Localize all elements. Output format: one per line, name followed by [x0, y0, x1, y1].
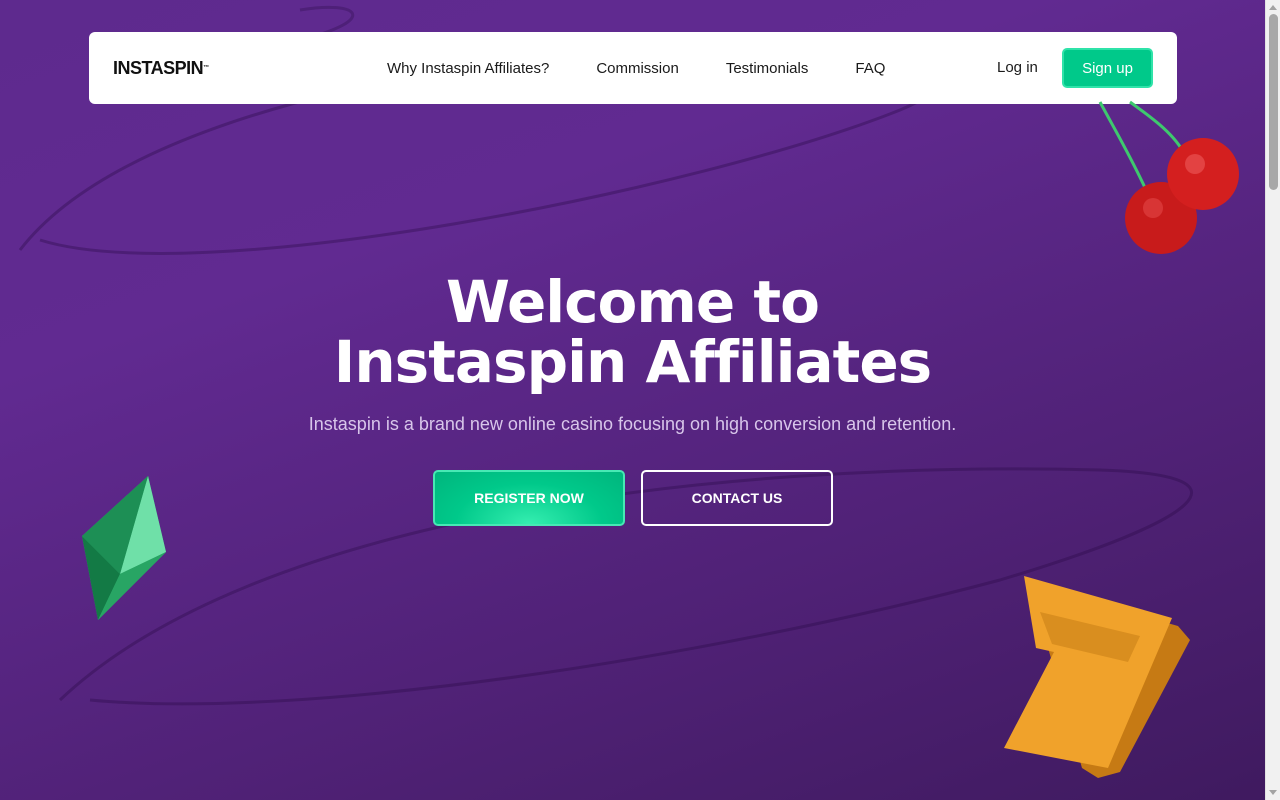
- hero-subtitle: Instaspin is a brand new online casino f…: [308, 414, 957, 434]
- nav-links: Why Instaspin Affiliates? Commission Tes…: [387, 32, 932, 104]
- register-now-button[interactable]: REGISTER NOW: [433, 470, 625, 526]
- logo-text: INSTASPIN: [113, 58, 204, 78]
- page-scrollbar[interactable]: [1265, 0, 1280, 800]
- logo-trademark: ™: [203, 65, 209, 71]
- hero-title: Welcome to Instaspin Affiliates: [0, 272, 1265, 392]
- hero-title-line2: Instaspin Affiliates: [333, 328, 932, 396]
- scroll-thumb[interactable]: [1269, 14, 1278, 190]
- scroll-down-arrow-icon[interactable]: [1269, 790, 1277, 795]
- instaspin-logo[interactable]: INSTASPIN™: [113, 57, 209, 79]
- top-navbar: INSTASPIN™ Why Instaspin Affiliates? Com…: [89, 32, 1177, 104]
- scroll-up-arrow-icon[interactable]: [1269, 5, 1277, 10]
- hero-title-line1: Welcome to: [446, 268, 820, 336]
- nav-link-commission[interactable]: Commission: [596, 60, 679, 77]
- cherry-icon: [1098, 100, 1239, 254]
- lucky-seven-icon: [1004, 576, 1190, 778]
- nav-link-faq[interactable]: FAQ: [855, 60, 885, 77]
- signup-button[interactable]: Sign up: [1062, 48, 1153, 88]
- nav-link-why-instaspin[interactable]: Why Instaspin Affiliates?: [387, 60, 549, 77]
- nav-link-testimonials[interactable]: Testimonials: [726, 60, 809, 77]
- gem-icon: [82, 476, 166, 620]
- contact-us-button[interactable]: CONTACT US: [641, 470, 833, 526]
- login-link[interactable]: Log in: [997, 59, 1038, 76]
- hero-page: INSTASPIN™ Why Instaspin Affiliates? Com…: [0, 0, 1265, 800]
